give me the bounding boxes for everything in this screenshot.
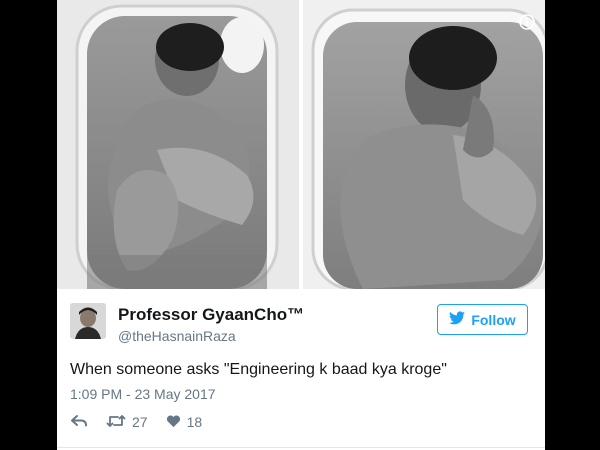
reply-button[interactable]: [70, 414, 88, 431]
heart-icon: [166, 414, 181, 431]
avatar[interactable]: [70, 303, 106, 339]
follow-label: Follow: [471, 311, 516, 328]
tweet-photos: [57, 0, 545, 289]
bathtub-photo-right: [302, 0, 545, 289]
like-button[interactable]: 18: [166, 414, 203, 431]
like-count: 18: [186, 414, 203, 430]
tweet-photo-left[interactable]: [57, 0, 300, 289]
reply-icon: [70, 414, 88, 431]
retweet-icon: [106, 414, 126, 431]
tweet-timestamp[interactable]: 1:09 PM - 23 May 2017: [70, 386, 216, 402]
author-name[interactable]: Professor GyaanCho™: [118, 305, 304, 325]
tweet-text: When someone asks "Engineering k baad ky…: [70, 361, 447, 378]
retweet-count: 27: [132, 414, 148, 430]
tweet-header: Professor GyaanCho™ @theHasnainRaza Foll…: [70, 303, 532, 344]
tweet-actions: 27 18: [70, 412, 220, 432]
follow-button[interactable]: Follow: [437, 304, 528, 335]
divider: [57, 447, 545, 448]
tweet-photo-right[interactable]: [302, 0, 545, 289]
retweet-button[interactable]: 27: [106, 414, 148, 431]
info-icon[interactable]: [519, 14, 535, 30]
author-handle[interactable]: @theHasnainRaza: [118, 328, 236, 344]
tweet-card: Professor GyaanCho™ @theHasnainRaza Foll…: [57, 0, 545, 450]
twitter-bird-icon: [449, 311, 466, 328]
bathtub-photo-left: [57, 0, 299, 289]
